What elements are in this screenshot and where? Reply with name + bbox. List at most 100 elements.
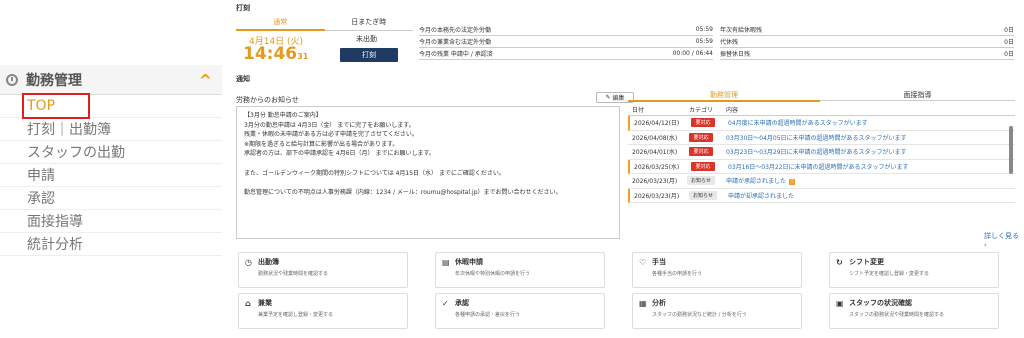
card-shift-change[interactable]: ↻ シフト変更シフト予定を確認し登録・変更する — [829, 252, 999, 288]
stat-value: 05:59 — [695, 38, 713, 45]
alert-link[interactable]: 04月度に未申請の超過時間があるスタッフがいます — [724, 118, 1015, 127]
card-desc: 勤務状況や残業時間を確認する — [258, 271, 329, 277]
list-item[interactable]: 2026/04/12(日) 要対応 04月度に未申請の超過時間があるスタッフがいます — [628, 116, 1015, 131]
stats-left: 今月の本務先の法定外労働 05:59 今月の兼業含む法定外労働 05:59 今月の残… — [419, 24, 713, 60]
see-more-link[interactable]: 詳しく見る › — [984, 231, 1024, 249]
card-approval[interactable]: ✓ 承認 各種申請の承認・差戻を行う — [435, 293, 605, 329]
tab-overnight[interactable]: 日またぎ時 — [324, 16, 413, 31]
sidebar-item-statistics[interactable]: 統計分析 — [0, 233, 222, 256]
dakoku-section-title: 打刻 — [236, 4, 250, 12]
notice-line: 残業・休暇の未申請がある方は必ず申請を完了させてください。 — [244, 131, 418, 139]
stat-label: 今月の本務先の法定外労働 — [419, 27, 492, 34]
col-content[interactable]: 内容 — [722, 105, 1015, 114]
stat-row: 年次有給休暇残 0日 — [720, 24, 1014, 36]
list-item[interactable]: 2026/03/25(水) 要対応 03月16日〜03月22日に未申請の超過時間があ… — [628, 159, 1015, 174]
list-item[interactable]: 2026/04/08(水) 要対応 03月30日〜04月05日に未申請の超過時間があ… — [628, 131, 1015, 145]
notice-line: また、ゴールデンウィーク期間の特別シフトについては 4月15日（水） までにご確… — [244, 169, 505, 177]
col-category[interactable]: カテゴリ — [680, 105, 722, 114]
time-seconds: 31 — [297, 52, 309, 61]
stat-label: 振替休日残 — [720, 51, 751, 58]
clock-button[interactable]: 打刻 — [340, 48, 398, 62]
stat-value: 0日 — [1004, 51, 1014, 58]
card-title: 休暇申請 — [455, 258, 483, 266]
alert-date: 2026/03/23(月) — [634, 192, 680, 200]
sidebar-item-label: 打刻｜出勤簿 — [27, 122, 111, 138]
clock-icon: ◷ — [245, 257, 252, 267]
alert-list-scrollbar[interactable] — [1008, 106, 1014, 224]
alert-link[interactable]: 03月23日〜03月29日に未申請の超過時間があるスタッフがいます — [722, 147, 1015, 156]
clock-panel: 通常 日またぎ時 4月14日 (火) 14:4631 未出勤 打刻 — [236, 16, 413, 64]
alert-date: 2026/03/23(月) — [632, 178, 678, 186]
notice-line: 3月分の勤怠申請は 4月3日（金） までに完了をお願いします。 — [244, 121, 415, 129]
status-badge: お知らせ — [689, 190, 717, 200]
car-icon: ⌂ — [245, 298, 251, 308]
alert-date: 2026/04/01(水) — [632, 149, 678, 157]
card-analysis[interactable]: ▦ 分析 スタッフの勤務状況など統計 / 分析を行う — [632, 293, 802, 329]
sidebar-item-approval[interactable]: 承認 — [0, 187, 222, 210]
list-item[interactable]: 2026/03/23(月) お知らせ 申請が承認されました! — [628, 174, 1015, 189]
new-badge: ! — [789, 179, 796, 186]
refresh-icon: ↻ — [836, 257, 843, 267]
card-title: シフト変更 — [849, 258, 884, 266]
alert-link[interactable]: 03月16日〜03月22日に未申請の超過時間があるスタッフがいます — [724, 162, 1015, 171]
alert-link[interactable]: 申請が却承認されました — [724, 191, 1015, 200]
tab-interview[interactable]: 面接指導 — [820, 90, 1015, 101]
tab-attendance[interactable]: 勤務管理 — [628, 90, 820, 102]
card-title: スタッフの状況確認 — [849, 299, 912, 307]
notice-header: 労務からのお知らせ — [236, 96, 299, 104]
sidebar-item-staff-attendance[interactable]: スタッフの出勤 — [0, 141, 222, 164]
stat-value: 05:59 — [695, 26, 713, 33]
card-desc: シフト予定を確認し登録・変更する — [849, 271, 930, 277]
sidebar-item-interview[interactable]: 面接指導 — [0, 210, 222, 233]
notice-line — [244, 178, 612, 188]
tab-normal[interactable]: 通常 — [236, 16, 325, 31]
main-content: 打刻 通常 日またぎ時 4月14日 (火) 14:4631 未出勤 打刻 今月の… — [236, 0, 1024, 338]
scrollbar-thumb[interactable] — [1009, 126, 1013, 174]
sidebar-item-label: 申請 — [27, 168, 55, 184]
edit-label: 編集 — [612, 95, 625, 102]
see-more-label: 詳しく見る — [984, 232, 1019, 240]
stat-row: 今月の残業 申請中 / 承認済 00:00 / 06:44 — [419, 48, 713, 60]
card-attendance-book[interactable]: ◷ 出勤簿勤務状況や残業時間を確認する — [238, 252, 408, 288]
alert-date: 2026/04/12(日) — [634, 120, 680, 128]
col-date[interactable]: 日付 — [628, 105, 680, 114]
sidebar-item-label: 統計分析 — [27, 237, 83, 253]
status-badge: 要対応 — [689, 132, 713, 142]
sidebar-item-clock-in[interactable]: 打刻｜出勤簿 — [0, 118, 222, 141]
calendar-icon: ▤ — [442, 257, 450, 267]
stat-label: 今月の残業 申請中 / 承認済 — [419, 51, 493, 58]
card-title: 承認 — [455, 299, 469, 307]
attendance-state: 未出勤 — [356, 35, 377, 43]
card-side-job[interactable]: ⌂ 兼業 兼業予定を確認し登録・変更する — [238, 293, 408, 329]
sidebar-item-top[interactable]: TOP — [0, 93, 222, 119]
alert-link[interactable]: 03月30日〜04月05日に未申請の超過時間があるスタッフがいます — [722, 133, 1015, 142]
status-badge: 要対応 — [691, 118, 715, 128]
card-staff-status[interactable]: ▣ スタッフの状況確認 スタッフの勤務状況や残業時間を確認する — [829, 293, 999, 329]
notice-line — [244, 159, 612, 169]
card-title: 手当 — [652, 258, 666, 266]
notice-line: 承認者の方は、部下の申請承認を 4月6日（月） までにお願いします。 — [244, 150, 435, 158]
alert-link[interactable]: 申請が承認されました! — [722, 176, 1015, 186]
sidebar-item-application[interactable]: 申請 — [0, 164, 222, 187]
card-title: 出勤簿 — [258, 258, 279, 266]
card-desc: スタッフの勤務状況など統計 / 分析を行う — [652, 312, 747, 318]
notice-body: 【3月分 勤怠申請のご案内】 3月分の勤怠申請は 4月3日（金） までに完了をお… — [236, 106, 620, 239]
card-title: 兼業 — [258, 299, 272, 307]
card-desc: 年次休暇や特別休暇の申請を行う — [455, 271, 531, 277]
list-item[interactable]: 2026/03/23(月) お知らせ 申請が却承認されました — [628, 188, 1015, 203]
stat-value: 00:00 / 06:44 — [672, 50, 713, 57]
chevron-right-icon: › — [984, 241, 987, 249]
stat-row: 今月の本務先の法定外労働 05:59 — [419, 24, 713, 36]
stat-label: 今月の兼業含む法定外労働 — [419, 39, 492, 46]
list-item[interactable]: 2026/04/01(水) 要対応 03月23日〜03月29日に未申請の超過時間があ… — [628, 145, 1015, 160]
stat-label: 代休残 — [720, 39, 739, 46]
alert-date: 2026/03/25(水) — [634, 163, 680, 171]
notice-line: 【3月分 勤怠申請のご案内】 — [244, 112, 322, 119]
stat-value: 0日 — [1004, 39, 1014, 46]
clock-icon — [6, 73, 18, 86]
card-leave-application[interactable]: ▤ 休暇申請年次休暇や特別休暇の申請を行う — [435, 252, 605, 288]
chevron-up-icon[interactable]: ^ — [199, 71, 212, 90]
stat-row: 振替休日残 0日 — [720, 48, 1014, 60]
sidebar-header[interactable]: 勤務管理 ^ — [0, 65, 222, 95]
card-allowance[interactable]: ♡ 手当 各種手当の申請を行う — [632, 252, 802, 288]
